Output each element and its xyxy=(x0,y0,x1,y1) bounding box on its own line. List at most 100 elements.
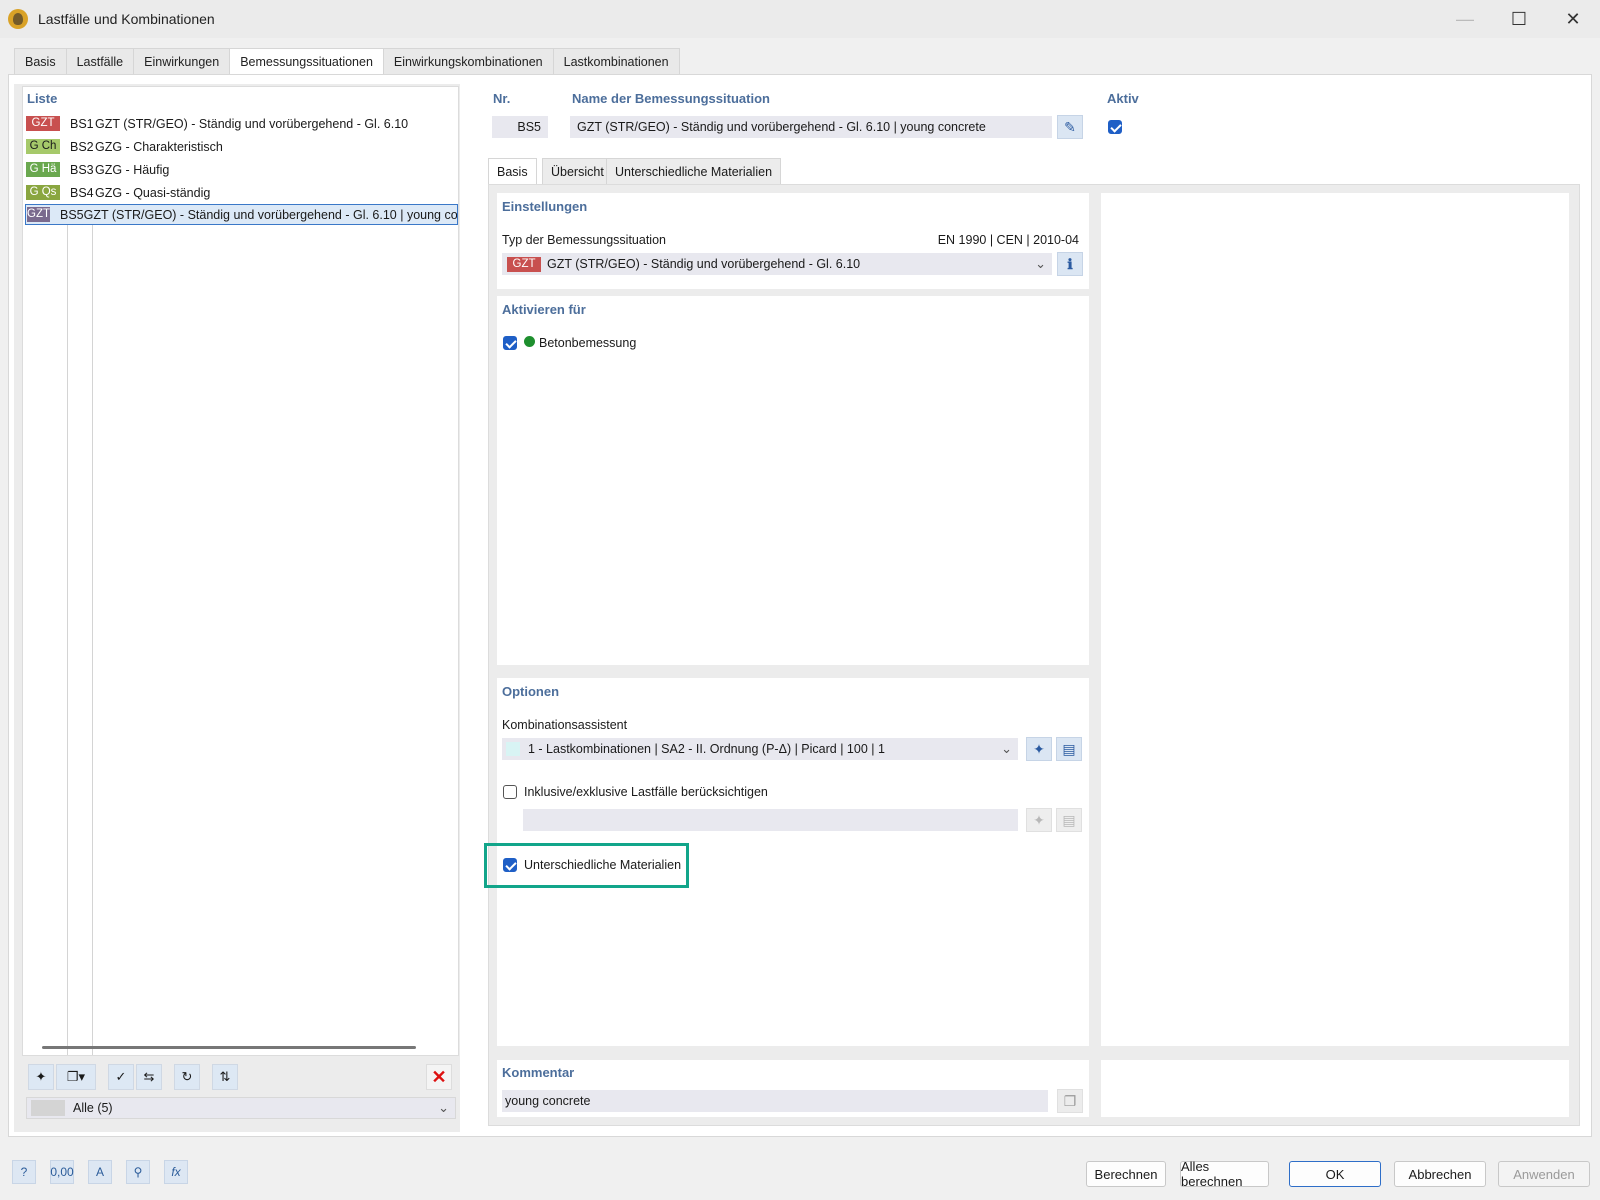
row-name: GZG - Quasi-ständig xyxy=(95,185,211,200)
abbrechen-button[interactable]: Abbrechen xyxy=(1394,1161,1486,1187)
filter-value: Alle (5) xyxy=(73,1101,113,1115)
alles-berechnen-button[interactable]: Alles berechnen xyxy=(1180,1159,1269,1189)
new-item-icon[interactable]: ✦ xyxy=(28,1064,54,1090)
list-item[interactable]: G Ch BS2 GZG - Charakteristisch xyxy=(25,136,458,157)
kommentar-field[interactable]: young concrete xyxy=(502,1090,1048,1112)
kommentar-panel: Kommentar young concrete ❐ xyxy=(497,1060,1089,1117)
situation-list: Liste GZT BS1 GZT (STR/GEO) - Ständig un… xyxy=(22,86,459,1056)
subtab-uebersicht[interactable]: Übersicht xyxy=(542,158,613,184)
list-item[interactable]: GZT BS1 GZT (STR/GEO) - Ständig und vorü… xyxy=(25,113,458,134)
horizontal-scrollbar[interactable] xyxy=(42,1046,416,1049)
nr-field[interactable]: BS5 xyxy=(492,116,548,138)
aktivieren-title: Aktivieren für xyxy=(502,302,586,317)
tab-bemessungssituationen[interactable]: Bemessungssituationen xyxy=(229,48,384,75)
row-name: GZG - Charakteristisch xyxy=(95,139,223,154)
delete-icon[interactable]: ✕ xyxy=(426,1064,452,1090)
maximize-icon[interactable]: ☐ xyxy=(1492,0,1546,38)
chevron-down-icon: ⌄ xyxy=(438,1100,449,1115)
edit-loadcase-icon: ▤ xyxy=(1056,808,1082,832)
units-icon[interactable]: A xyxy=(88,1160,112,1184)
copy-dropdown-icon[interactable]: ❐▾ xyxy=(56,1064,96,1090)
type-select[interactable]: GZT GZT (STR/GEO) - Ständig und vorüberg… xyxy=(502,253,1052,275)
type-badge: GZT xyxy=(27,207,50,222)
betonbemessung-checkbox[interactable] xyxy=(503,336,517,350)
tab-basis[interactable]: Basis xyxy=(14,48,67,74)
new-loadcase-icon: ✦ xyxy=(1026,808,1052,832)
edit-name-icon[interactable]: ✎ xyxy=(1057,115,1083,139)
list-item[interactable]: G Hä BS3 GZG - Häufig xyxy=(25,159,458,180)
kommentar-extra-panel xyxy=(1101,1060,1569,1117)
einstellungen-panel: Einstellungen Typ der Bemessungssituatio… xyxy=(497,193,1089,289)
assistant-select[interactable]: 1 - Lastkombinationen | SA2 - II. Ordnun… xyxy=(502,738,1018,760)
toggle-check-icon[interactable]: ⇆ xyxy=(136,1064,162,1090)
anwenden-button[interactable]: Anwenden xyxy=(1498,1161,1590,1187)
aktiv-checkbox[interactable] xyxy=(1108,120,1122,134)
chevron-down-icon: ⌄ xyxy=(1001,741,1012,756)
chevron-down-icon: ⌄ xyxy=(1035,256,1046,271)
inclusive-checkbox[interactable] xyxy=(503,785,517,799)
optionen-title: Optionen xyxy=(502,684,560,699)
comment-library-icon[interactable]: ❐ xyxy=(1057,1089,1083,1113)
subtab-unterschiedliche-materialien[interactable]: Unterschiedliche Materialien xyxy=(606,158,782,184)
close-icon[interactable]: ✕ xyxy=(1546,0,1600,38)
betonbemessung-label: Betonbemessung xyxy=(539,336,637,350)
row-id: BS1 xyxy=(70,116,94,131)
row-name: GZT (STR/GEO) - Ständig und vorübergehen… xyxy=(83,207,458,222)
check-all-icon[interactable]: ✓ xyxy=(108,1064,134,1090)
aktivieren-panel: Aktivieren für Betonbemessung xyxy=(497,296,1089,665)
highlight-frame xyxy=(484,843,689,888)
type-badge: G Qs xyxy=(26,185,60,200)
inclusive-field xyxy=(523,809,1018,831)
aktiv-panel: Aktiv xyxy=(1101,86,1579,143)
nr-label: Nr. xyxy=(493,91,511,106)
tab-einwirkungen[interactable]: Einwirkungen xyxy=(133,48,231,74)
row-id: BS5 xyxy=(60,207,84,222)
filter-swatch xyxy=(31,1100,65,1116)
sort-numbers-icon[interactable]: ⇅ xyxy=(212,1064,238,1090)
tab-lastfaelle[interactable]: Lastfälle xyxy=(65,48,135,74)
row-id: BS3 xyxy=(70,162,94,177)
kommentar-title: Kommentar xyxy=(502,1065,575,1080)
assistant-value: 1 - Lastkombinationen | SA2 - II. Ordnun… xyxy=(528,742,885,756)
aktiv-label: Aktiv xyxy=(1107,91,1139,106)
type-label: Typ der Bemessungssituation xyxy=(502,233,666,247)
filter-icon[interactable]: ⚲ xyxy=(126,1160,150,1184)
subtab-basis[interactable]: Basis xyxy=(488,158,537,184)
help-icon[interactable]: ? xyxy=(12,1160,36,1184)
name-field[interactable]: GZT (STR/GEO) - Ständig und vorübergehen… xyxy=(570,116,1052,138)
title-bar: Lastfälle und Kombinationen — ☐ ✕ xyxy=(0,0,1600,38)
list-header: Liste xyxy=(27,91,58,106)
tab-lastkombinationen[interactable]: Lastkombinationen xyxy=(552,48,680,74)
decimal-places-icon[interactable]: 0,00 xyxy=(50,1160,74,1184)
preview-panel xyxy=(1101,193,1569,1046)
formula-icon[interactable]: fx xyxy=(164,1160,188,1184)
window-title: Lastfälle und Kombinationen xyxy=(38,11,215,27)
berechnen-button[interactable]: Berechnen xyxy=(1086,1161,1166,1187)
tab-einwirkungskombinationen[interactable]: Einwirkungskombinationen xyxy=(382,48,554,74)
type-badge: GZT xyxy=(507,256,541,272)
nr-panel: Nr. BS5 xyxy=(488,86,555,143)
list-divider xyxy=(67,223,68,1055)
type-badge: GZT xyxy=(26,116,60,131)
info-icon[interactable]: ℹ xyxy=(1057,252,1083,276)
filter-select[interactable]: Alle (5) ⌄ xyxy=(26,1097,456,1119)
list-toolbar: ✦ ❐▾ ✓ ⇆ ↻ ⇅ ✕ xyxy=(26,1064,456,1090)
top-tab-bar: Basis Lastfälle Einwirkungen Bemessungss… xyxy=(0,48,1600,75)
row-id: BS2 xyxy=(70,139,94,154)
inclusive-label: Inklusive/exklusive Lastfälle berücksich… xyxy=(524,785,768,799)
ok-button[interactable]: OK xyxy=(1289,1161,1381,1187)
type-badge: G Ch xyxy=(26,139,60,154)
renumber-icon[interactable]: ↻ xyxy=(174,1064,200,1090)
status-dot-icon xyxy=(524,336,535,347)
assistant-label: Kombinationsassistent xyxy=(502,718,628,732)
einstellungen-title: Einstellungen xyxy=(502,199,588,214)
new-assistant-icon[interactable]: ✦ xyxy=(1026,737,1052,761)
list-item-selected[interactable]: GZT BS5 GZT (STR/GEO) - Ständig und vorü… xyxy=(25,204,458,225)
type-badge: G Hä xyxy=(26,162,60,177)
edit-assistant-icon[interactable]: ▤ xyxy=(1056,737,1082,761)
name-label: Name der Bemessungssituation xyxy=(572,91,770,106)
list-item[interactable]: G Qs BS4 GZG - Quasi-ständig xyxy=(25,182,458,203)
assistant-color-swatch xyxy=(506,742,520,756)
minimize-icon[interactable]: — xyxy=(1438,0,1492,38)
name-panel: Name der Bemessungssituation GZT (STR/GE… xyxy=(566,86,1090,143)
